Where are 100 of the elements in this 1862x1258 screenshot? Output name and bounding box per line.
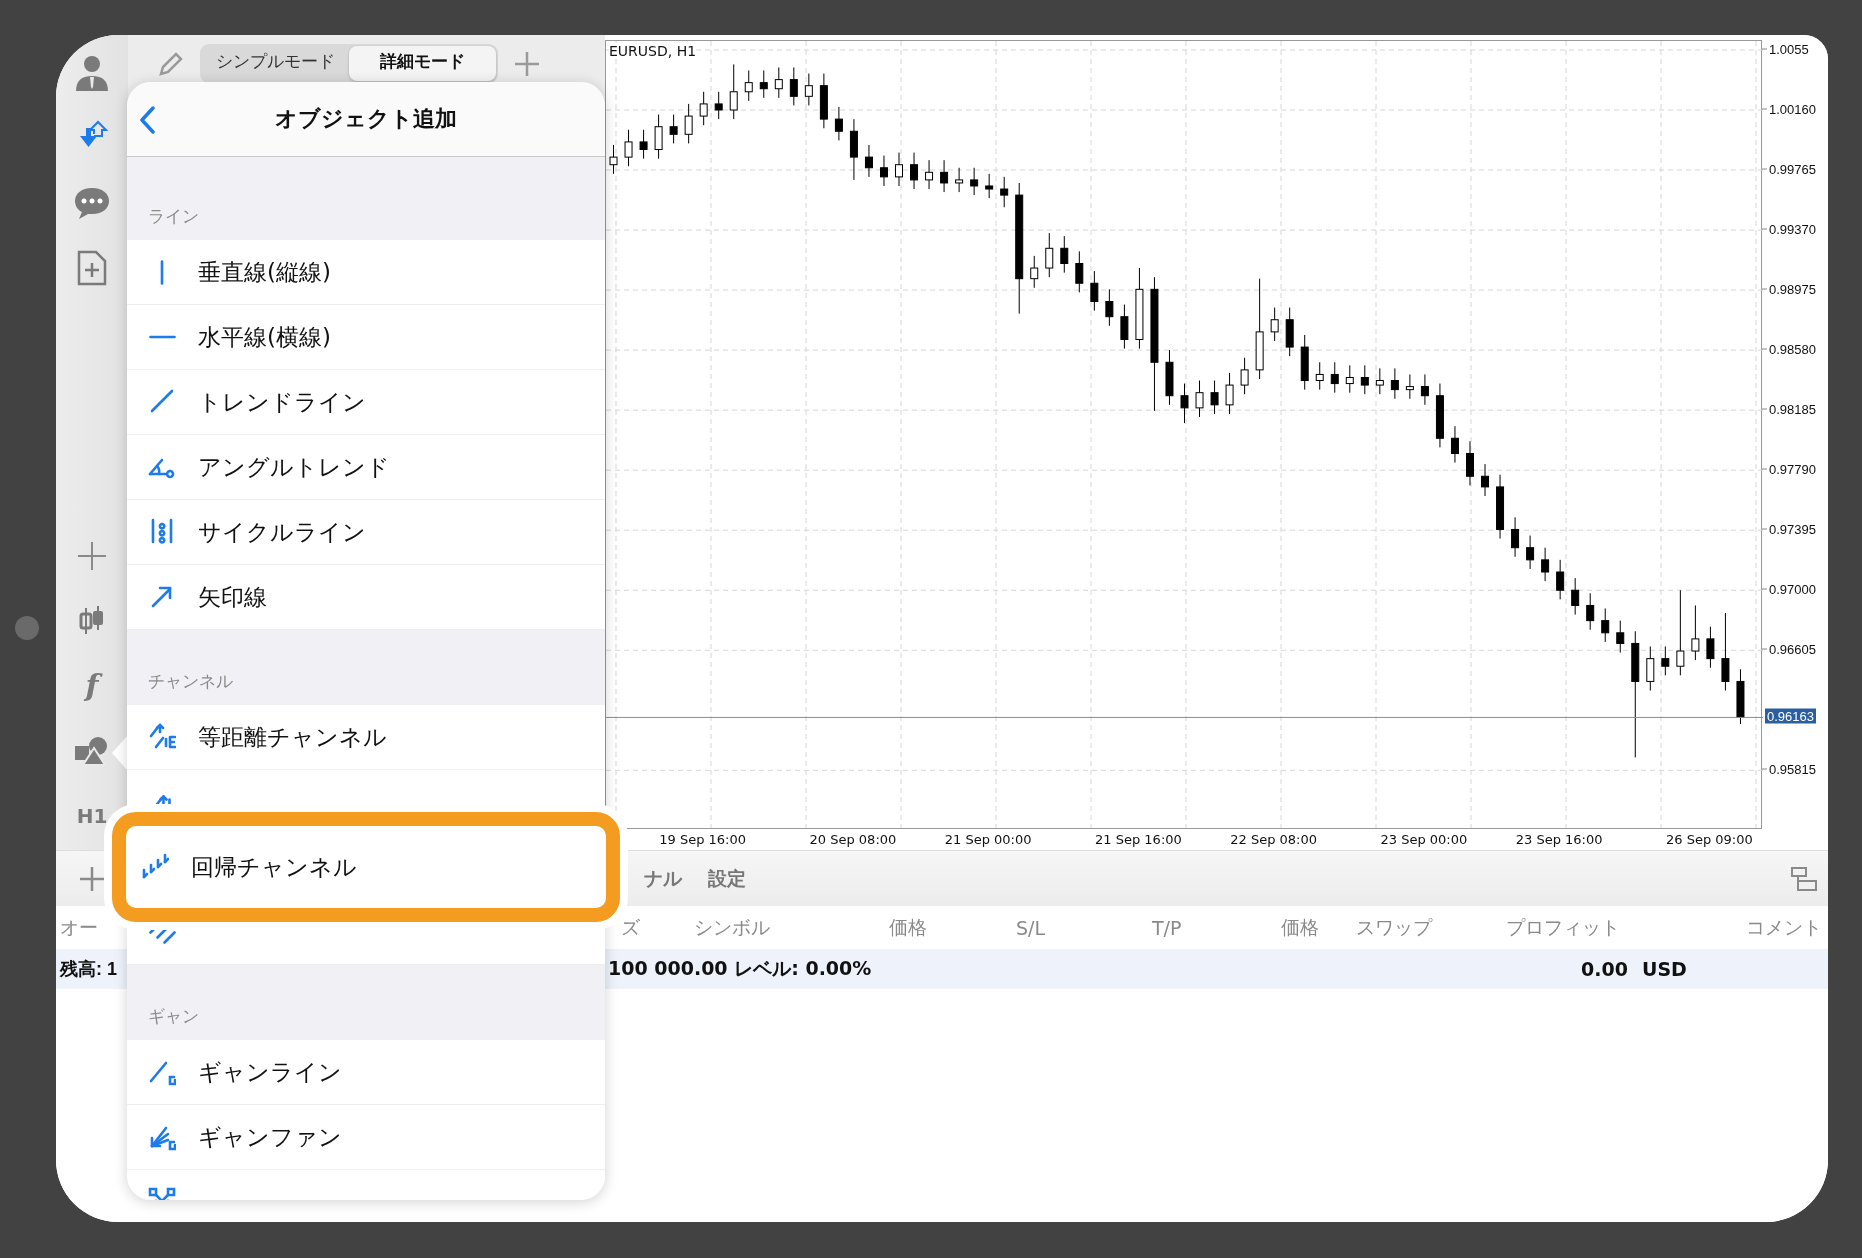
candle bbox=[609, 144, 618, 175]
candle bbox=[1210, 380, 1219, 415]
pencil-icon[interactable] bbox=[158, 50, 184, 77]
candlestick-icon[interactable] bbox=[78, 605, 106, 636]
time-label: 20 Sep 08:00 bbox=[809, 832, 897, 847]
candle bbox=[970, 167, 979, 196]
layout-icon[interactable] bbox=[1790, 865, 1818, 892]
price-label: 0.99765 bbox=[1768, 161, 1817, 177]
price-label: 1.0055 bbox=[1768, 41, 1810, 57]
candle bbox=[1075, 250, 1084, 293]
account-summary: 100 000.00 レベル: 0.00% bbox=[608, 956, 873, 981]
candle bbox=[1330, 361, 1339, 394]
candle bbox=[1120, 304, 1129, 350]
column-header: ズ bbox=[621, 915, 640, 938]
section-header: ギャン bbox=[148, 1005, 199, 1028]
candle bbox=[1646, 646, 1655, 692]
candle bbox=[1435, 383, 1444, 448]
price-label: 0.98580 bbox=[1768, 341, 1817, 357]
candle bbox=[895, 152, 903, 187]
add-icon[interactable] bbox=[514, 50, 540, 77]
candle bbox=[1000, 176, 1009, 208]
candle bbox=[1390, 367, 1399, 400]
camera-dot bbox=[15, 616, 39, 640]
candle bbox=[849, 118, 858, 181]
candle bbox=[1300, 334, 1309, 391]
mode-tab[interactable]: シンプルモード bbox=[202, 46, 349, 81]
candle bbox=[1090, 270, 1099, 312]
candle bbox=[729, 63, 738, 120]
time-label: 26 Sep 09:00 bbox=[1666, 832, 1753, 847]
price-label: 0.98185 bbox=[1768, 401, 1817, 417]
candle bbox=[1060, 235, 1069, 274]
current-price-label: 0.96163 bbox=[1765, 708, 1816, 724]
candle bbox=[1315, 361, 1324, 391]
column-header: 価格 bbox=[889, 915, 927, 938]
price-label: 0.96605 bbox=[1768, 641, 1817, 657]
panel-tab[interactable]: ナル bbox=[634, 861, 692, 896]
price-label: 0.95815 bbox=[1768, 761, 1817, 777]
balance-label: 残高: 1 bbox=[60, 959, 117, 979]
price-label: 0.98975 bbox=[1768, 281, 1817, 297]
candle bbox=[804, 73, 813, 106]
candle bbox=[1571, 577, 1580, 616]
timeframe-label[interactable]: H1 bbox=[76, 803, 108, 828]
chart-title: EURUSD, H1 bbox=[609, 43, 697, 59]
time-label: 21 Sep 16:00 bbox=[1095, 832, 1182, 847]
time-label: 21 Sep 00:00 bbox=[944, 832, 1032, 847]
candle bbox=[1105, 288, 1114, 327]
candle bbox=[834, 106, 843, 141]
candle bbox=[789, 66, 798, 106]
candle bbox=[880, 155, 888, 187]
candle bbox=[1360, 364, 1369, 395]
price-label: 1.00160 bbox=[1768, 101, 1817, 117]
horizontal-line-icon bbox=[148, 335, 176, 339]
crosshair-icon[interactable] bbox=[77, 540, 107, 571]
section-header: ライン bbox=[148, 205, 199, 228]
candle bbox=[624, 129, 633, 167]
candle bbox=[744, 70, 753, 102]
candle bbox=[1270, 307, 1279, 342]
candle bbox=[684, 103, 693, 144]
column-header: T/P bbox=[1152, 916, 1182, 939]
candle bbox=[1405, 373, 1414, 400]
candle bbox=[1556, 559, 1565, 600]
candle bbox=[1195, 380, 1204, 418]
account-icon[interactable] bbox=[74, 53, 110, 92]
column-header: コメント bbox=[1746, 915, 1822, 938]
time-label: 23 Sep 16:00 bbox=[1515, 832, 1603, 847]
candle bbox=[1541, 547, 1550, 582]
mode-tab[interactable]: 詳細モード bbox=[349, 46, 496, 81]
candle bbox=[1706, 626, 1715, 669]
price-label: 0.97395 bbox=[1768, 521, 1817, 537]
candle bbox=[1165, 349, 1174, 406]
candle bbox=[1466, 440, 1474, 486]
candle bbox=[940, 159, 949, 193]
candle bbox=[985, 173, 994, 199]
candle bbox=[714, 91, 723, 120]
candle bbox=[1375, 367, 1384, 395]
candle bbox=[1225, 372, 1234, 415]
candle bbox=[1496, 474, 1505, 540]
candle bbox=[1601, 608, 1610, 643]
candle bbox=[1691, 604, 1700, 661]
chat-icon[interactable] bbox=[73, 185, 111, 220]
candle bbox=[1736, 668, 1745, 725]
back-icon[interactable] bbox=[139, 106, 155, 134]
panel-tab[interactable]: 設定 bbox=[698, 861, 756, 896]
candle bbox=[699, 91, 708, 126]
column-header: S/L bbox=[1016, 916, 1046, 939]
candle bbox=[955, 167, 964, 193]
add-document-icon[interactable] bbox=[77, 249, 107, 286]
price-chart[interactable]: EURUSD, H1 bbox=[605, 40, 1762, 828]
candle bbox=[1450, 425, 1459, 464]
add-icon[interactable] bbox=[79, 865, 105, 892]
candle bbox=[1481, 463, 1489, 497]
vertical-line-icon bbox=[160, 259, 164, 285]
shapes-icon[interactable] bbox=[74, 735, 110, 766]
candle bbox=[910, 152, 919, 190]
price-label: 0.99370 bbox=[1768, 221, 1817, 237]
column-header: プロフィット bbox=[1506, 915, 1620, 938]
candle bbox=[1045, 232, 1054, 278]
candle bbox=[864, 144, 873, 178]
candle bbox=[774, 66, 783, 99]
profit-value: 0.00 bbox=[1580, 958, 1628, 980]
